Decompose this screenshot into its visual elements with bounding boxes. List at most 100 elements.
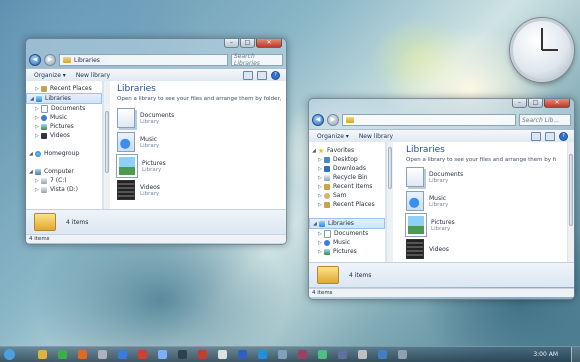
nav-item-recycle-bin[interactable]: ▷ Recycle Bin	[309, 173, 385, 182]
nav-scrollbar[interactable]	[103, 81, 110, 209]
lib-icon	[319, 220, 325, 227]
nav-item-sam[interactable]: ▷ Sam	[309, 191, 385, 200]
music-library-icon	[117, 132, 135, 152]
view-options-icon[interactable]	[531, 131, 541, 141]
title-bar[interactable]: – □ ✕	[26, 39, 286, 53]
nav-item-pictures[interactable]: ▷ Pictures	[26, 122, 102, 131]
taskbar-app-icon[interactable]	[178, 350, 187, 359]
preview-pane-icon[interactable]	[257, 70, 267, 80]
taskbar-chrome-icon[interactable]	[118, 350, 127, 359]
content-scrollbar[interactable]	[567, 142, 574, 262]
taskbar-app-icon[interactable]	[358, 350, 367, 359]
maximize-button[interactable]: □	[528, 99, 543, 108]
taskbar-app-icon[interactable]	[238, 350, 247, 359]
nav-item-libraries[interactable]: ◢ Libraries	[309, 218, 385, 229]
library-item-type: Library	[140, 142, 160, 149]
forward-button[interactable]: ▶	[327, 114, 339, 126]
minimize-button[interactable]: –	[512, 99, 527, 108]
nav-item-label: Favorites	[327, 147, 355, 154]
nav-item-vista-d-[interactable]: ▷ Vista (D:)	[26, 185, 102, 194]
taskbar-app-icon[interactable]	[338, 350, 347, 359]
library-item-videos[interactable]: Videos	[406, 237, 574, 261]
nav-item-computer[interactable]: ◢ Computer	[26, 167, 102, 176]
new-library-button[interactable]: New library	[76, 72, 110, 79]
close-button[interactable]: ✕	[544, 99, 570, 108]
library-item-pictures[interactable]: Pictures Library	[406, 213, 574, 237]
address-bar[interactable]	[342, 114, 516, 126]
maximize-button[interactable]: □	[240, 39, 255, 48]
nav-item-label: Pictures	[333, 248, 357, 255]
library-item-music[interactable]: Music Library	[406, 189, 574, 213]
nav-item-libraries[interactable]: ◢ Libraries	[26, 93, 102, 104]
taskbar-app-icon[interactable]	[198, 350, 207, 359]
taskbar-app-icon[interactable]	[318, 350, 327, 359]
nav-item-downloads[interactable]: ▷ Downloads	[309, 164, 385, 173]
show-desktop-button[interactable]	[571, 347, 580, 362]
taskbar-firefox-icon[interactable]	[78, 350, 87, 359]
taskbar-start-orb-icon[interactable]	[4, 349, 15, 360]
taskbar-app-icon[interactable]	[278, 350, 287, 359]
library-item-videos[interactable]: Videos Library	[117, 178, 286, 202]
taskbar-app-icon[interactable]	[298, 350, 307, 359]
preview-pane-icon[interactable]	[545, 131, 555, 141]
address-bar[interactable]: Libraries	[59, 54, 228, 66]
library-item-type: Library	[142, 166, 162, 173]
nav-item-recent-places[interactable]: ▷ Recent Places	[309, 200, 385, 209]
nav-item-pictures[interactable]: ▷ Pictures	[309, 247, 385, 256]
search-input[interactable]: Search Lib...	[519, 114, 571, 126]
library-item-pictures[interactable]: Pictures Library	[117, 154, 286, 178]
explorer-window-libraries-1[interactable]: – □ ✕ ◀ ▶ Libraries Search Libraries Org…	[25, 38, 287, 245]
library-folder-icon	[63, 57, 71, 63]
nav-item-documents[interactable]: ▷ Documents	[309, 229, 385, 238]
tray-clock[interactable]: 3:00 AM	[533, 351, 558, 358]
expand-arrow-icon[interactable]: ◢	[312, 148, 318, 154]
nav-item-videos[interactable]: ▷ Videos	[26, 131, 102, 140]
nav-scrollbar[interactable]	[386, 142, 393, 262]
search-input[interactable]: Search Libraries	[231, 53, 283, 67]
nav-item-favorites[interactable]: ◢ Favorites	[309, 146, 385, 155]
nav-item-7-c-[interactable]: ▷ 7 (C:)	[26, 176, 102, 185]
help-icon[interactable]: ?	[559, 131, 568, 141]
recent-icon	[324, 183, 330, 190]
taskbar-media-player-icon[interactable]	[58, 350, 67, 359]
library-item-name: Documents	[429, 170, 464, 178]
explorer-window-libraries-2[interactable]: – □ ✕ ◀ ▶ Search Lib... Organize ▾ New l…	[308, 98, 575, 300]
close-button[interactable]: ✕	[256, 39, 282, 48]
nav-item-documents[interactable]: ▷ Documents	[26, 104, 102, 113]
library-item-type: Library	[140, 118, 160, 125]
taskbar-app-icon[interactable]	[258, 350, 267, 359]
library-subtitle: Open a library to see your files and arr…	[117, 96, 282, 102]
new-library-button[interactable]: New library	[359, 133, 393, 140]
library-item-music[interactable]: Music Library	[117, 130, 286, 154]
library-item-documents[interactable]: Documents Library	[117, 106, 286, 130]
nav-item-recent-items[interactable]: ▷ Recent Items	[309, 182, 385, 191]
help-icon[interactable]: ?	[271, 70, 280, 80]
nav-item-homegroup[interactable]: ◢ Homegroup	[26, 149, 102, 158]
taskbar-itunes-icon[interactable]	[98, 350, 107, 359]
forward-button[interactable]: ▶	[44, 54, 56, 66]
taskbar-winamp-icon[interactable]	[158, 350, 167, 359]
nav-item-music[interactable]: ▷ Music	[26, 113, 102, 122]
organize-button[interactable]: Organize ▾	[34, 72, 66, 79]
organize-button[interactable]: Organize ▾	[317, 133, 349, 140]
back-button[interactable]: ◀	[29, 54, 41, 66]
pic-icon	[324, 248, 330, 255]
nav-item-music[interactable]: ▷ Music	[309, 238, 385, 247]
view-options-icon[interactable]	[243, 70, 253, 80]
taskbar-photoshop-icon[interactable]	[138, 350, 147, 359]
taskbar-app-icon[interactable]	[378, 350, 387, 359]
clock-gadget	[510, 18, 574, 82]
title-bar[interactable]: – □ ✕	[309, 99, 574, 113]
taskbar-explorer-icon[interactable]	[38, 350, 47, 359]
nav-item-recent-places[interactable]: ▷ Recent Places	[26, 84, 102, 93]
minimize-button[interactable]: –	[224, 39, 239, 48]
back-button[interactable]: ◀	[312, 114, 324, 126]
taskbar-app-icon[interactable]	[218, 350, 227, 359]
content-pane: Libraries Open a library to see your fil…	[114, 81, 286, 209]
library-item-documents[interactable]: Documents Library	[406, 165, 574, 189]
nav-item-desktop[interactable]: ▷ Desktop	[309, 155, 385, 164]
taskbar-app-icon[interactable]	[398, 350, 407, 359]
status-bar: 4 items	[309, 288, 574, 297]
